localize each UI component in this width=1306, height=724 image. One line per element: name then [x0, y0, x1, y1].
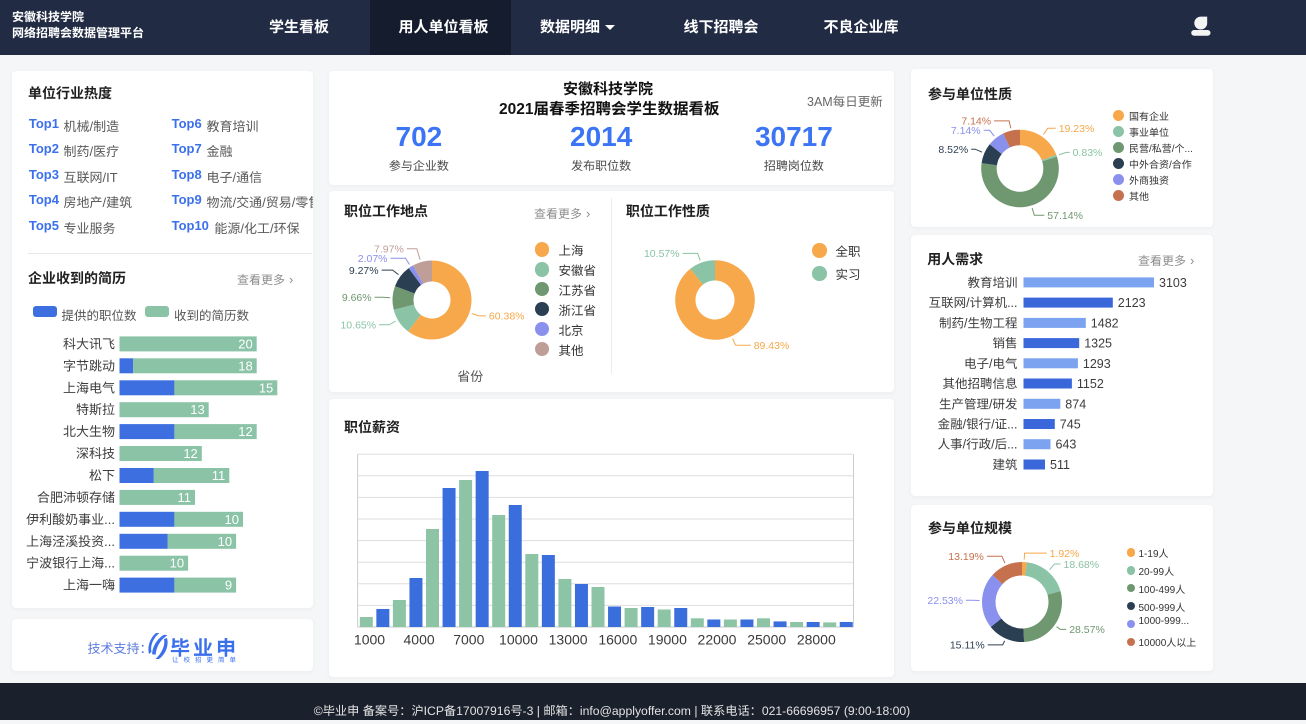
svg-text:28000: 28000: [797, 632, 836, 648]
svg-text:11: 11: [178, 490, 192, 505]
svg-text:其他招聘信息: 其他招聘信息: [942, 377, 1017, 391]
svg-text:19.23%: 19.23%: [1059, 123, 1095, 135]
svg-text:合肥沛顿存储: 合肥沛顿存储: [37, 490, 115, 505]
svg-text:745: 745: [1060, 418, 1081, 432]
svg-text:7000: 7000: [453, 632, 484, 648]
svg-text:9: 9: [225, 578, 232, 593]
svg-text:上海一嗨: 上海一嗨: [63, 578, 115, 593]
svg-text:15: 15: [259, 380, 273, 395]
svg-text:教育培训: 教育培训: [967, 276, 1017, 290]
svg-text:字节跳动: 字节跳动: [63, 358, 115, 373]
svg-text:1482: 1482: [1091, 316, 1119, 330]
svg-text:上海电气: 上海电气: [63, 380, 115, 395]
svg-text:互联网/计算机...: 互联网/计算机...: [929, 296, 1018, 310]
svg-text:22.53%: 22.53%: [927, 595, 963, 607]
svg-text:2123: 2123: [1118, 296, 1146, 310]
svg-text:18: 18: [238, 358, 252, 373]
svg-text:北大生物: 北大生物: [63, 424, 115, 439]
svg-text:上海泾溪投资...: 上海泾溪投资...: [26, 534, 115, 549]
svg-text:科大讯飞: 科大讯飞: [63, 336, 115, 351]
svg-text:10.65%: 10.65%: [340, 320, 376, 332]
svg-text:1000: 1000: [354, 632, 385, 648]
svg-text:宁波银行上海...: 宁波银行上海...: [26, 556, 115, 571]
svg-text:金融/银行/证...: 金融/银行/证...: [938, 418, 1018, 432]
svg-text:10: 10: [225, 512, 239, 527]
svg-text:28.57%: 28.57%: [1069, 624, 1105, 636]
svg-text:60.38%: 60.38%: [489, 311, 525, 323]
svg-text:18.68%: 18.68%: [1064, 559, 1100, 571]
svg-text:生产管理/研发: 生产管理/研发: [939, 397, 1018, 411]
svg-text:15.11%: 15.11%: [950, 640, 985, 652]
svg-text:10: 10: [170, 556, 184, 571]
svg-text:13.19%: 13.19%: [948, 551, 984, 563]
svg-text:13: 13: [190, 402, 204, 417]
svg-text:12: 12: [183, 446, 197, 461]
svg-text:1293: 1293: [1083, 357, 1111, 371]
svg-text:1152: 1152: [1077, 377, 1104, 391]
svg-text:89.43%: 89.43%: [754, 340, 790, 352]
svg-text:3103: 3103: [1159, 276, 1187, 290]
svg-text:20: 20: [238, 336, 252, 351]
svg-text:57.14%: 57.14%: [1047, 210, 1083, 222]
svg-text:9.27%: 9.27%: [349, 265, 379, 277]
svg-text:25000: 25000: [747, 632, 786, 648]
svg-text:销售: 销售: [992, 337, 1017, 351]
svg-text:10.57%: 10.57%: [644, 248, 680, 260]
svg-text:9.66%: 9.66%: [342, 292, 372, 304]
svg-text:人事/行政/后...: 人事/行政/后...: [938, 438, 1018, 452]
svg-text:11: 11: [212, 468, 226, 483]
svg-text:特斯拉: 特斯拉: [76, 402, 115, 417]
svg-text:7.97%: 7.97%: [374, 244, 404, 256]
svg-text:建筑: 建筑: [992, 458, 1018, 472]
svg-text:8.52%: 8.52%: [938, 144, 968, 156]
svg-text:16000: 16000: [598, 632, 637, 648]
svg-text:874: 874: [1065, 397, 1086, 411]
svg-text:松下: 松下: [89, 468, 115, 483]
svg-text:511: 511: [1050, 458, 1070, 472]
svg-text:13000: 13000: [549, 632, 588, 648]
svg-text:10000: 10000: [499, 632, 538, 648]
svg-text:7.14%: 7.14%: [961, 116, 991, 128]
svg-text:10: 10: [218, 534, 232, 549]
svg-text:1325: 1325: [1084, 337, 1112, 351]
svg-text:4000: 4000: [404, 632, 435, 648]
svg-text:12: 12: [238, 424, 252, 439]
svg-text:643: 643: [1056, 438, 1077, 452]
svg-text:电子/电气: 电子/电气: [964, 357, 1018, 371]
svg-text:0.83%: 0.83%: [1073, 147, 1103, 159]
svg-text:19000: 19000: [648, 632, 687, 648]
svg-text:深科技: 深科技: [76, 446, 115, 461]
svg-text:22000: 22000: [698, 632, 737, 648]
svg-text:制药/生物工程: 制药/生物工程: [939, 316, 1018, 330]
svg-text:伊利酸奶事业...: 伊利酸奶事业...: [26, 512, 115, 527]
